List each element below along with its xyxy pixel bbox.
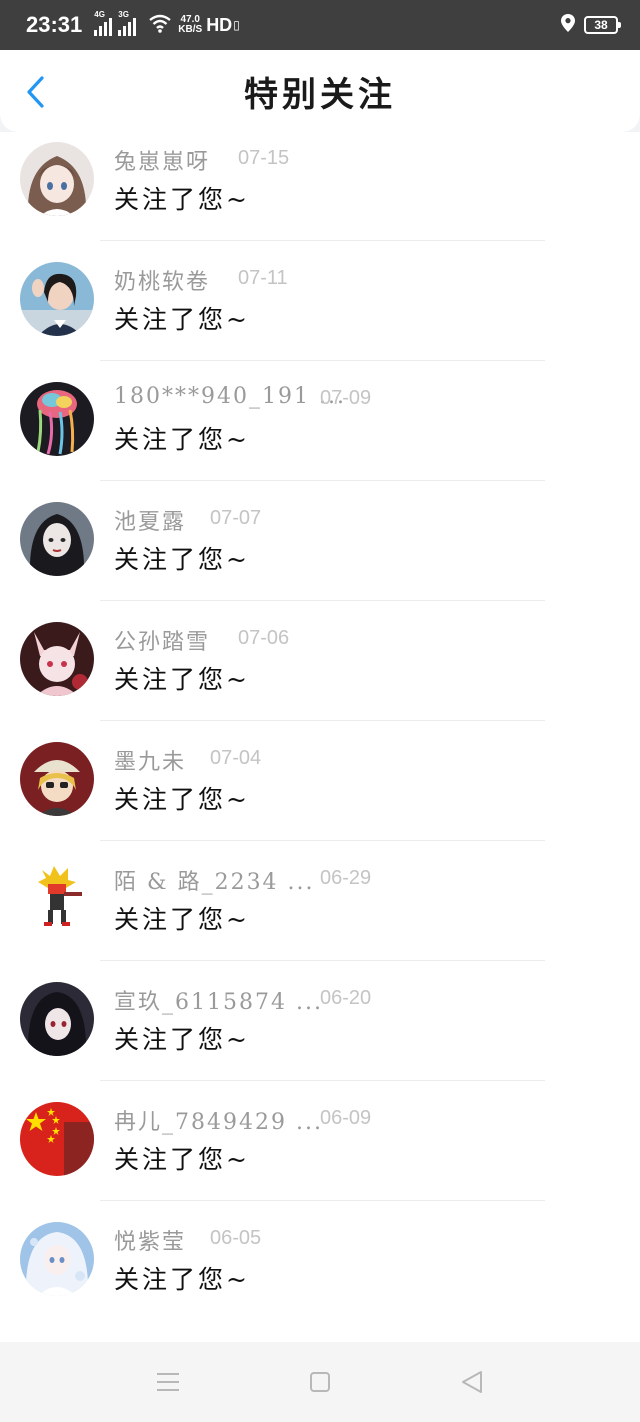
signal-3g-icon: 3G [118, 10, 137, 36]
list-item[interactable]: 宣玖_6115874 ... 06-20 关注了您~ [0, 972, 640, 1092]
follow-message: 关注了您~ [114, 665, 250, 694]
divider [100, 360, 545, 361]
list-item[interactable]: 陌 & 路_2234 ... 06-29 关注了您~ [0, 852, 640, 972]
chevron-left-icon [27, 76, 44, 108]
back-button[interactable] [20, 74, 52, 110]
sim2-label: 3G [118, 10, 129, 19]
avatar-jellyfish-icon[interactable] [20, 382, 94, 456]
list-item[interactable]: 墨九未 07-04 关注了您~ [0, 732, 640, 852]
status-bar: 23:31 4G 3G 47.0 KB/S HD ▯ 38 [0, 0, 640, 50]
follow-date: 07-06 [238, 627, 290, 649]
list-item[interactable]: 悦紫莹 06-05 关注了您~ [0, 1212, 640, 1332]
user-name[interactable]: 悦紫莹 [114, 1224, 186, 1256]
follow-message: 关注了您~ [114, 425, 250, 454]
user-name[interactable]: 池夏露 [114, 504, 186, 536]
follow-date: 07-07 [210, 507, 262, 529]
sim1-label: 4G [94, 10, 105, 19]
avatar-china-flag-icon[interactable] [20, 1102, 94, 1176]
follow-message: 关注了您~ [114, 305, 250, 334]
follow-message: 关注了您~ [114, 1145, 250, 1174]
list-item[interactable]: 冉儿_7849429 ... 06-09 关注了您~ [0, 1092, 640, 1212]
user-name[interactable]: 180***940_191 ... [114, 384, 346, 409]
follow-date: 07-04 [210, 747, 262, 769]
back-nav-button[interactable] [458, 1368, 486, 1396]
list-item[interactable]: 奶桃软卷 07-11 关注了您~ [0, 252, 640, 372]
menu-button[interactable] [154, 1368, 182, 1396]
follow-date: 06-29 [320, 867, 372, 889]
divider [100, 240, 545, 241]
back-triangle-icon [462, 1371, 482, 1393]
follow-date: 07-15 [238, 147, 290, 169]
avatar-blonde-cap-boy-icon[interactable] [20, 742, 94, 816]
system-nav-bar [0, 1342, 640, 1422]
user-name[interactable]: 宣玖_6115874 ... [114, 984, 323, 1016]
user-name[interactable]: 冉儿_7849429 ... [114, 1104, 323, 1136]
wifi-icon [148, 13, 172, 37]
speed-unit: KB/S [178, 24, 203, 35]
divider [100, 720, 545, 721]
follow-message: 关注了您~ [114, 545, 250, 574]
follow-date: 07-09 [320, 387, 372, 409]
list-item[interactable]: 公孙踏雪 07-06 关注了您~ [0, 612, 640, 732]
signal-4g-icon: 4G [94, 10, 113, 36]
location-icon [560, 13, 576, 37]
avatar-photo-girl-uniform-icon[interactable] [20, 262, 94, 336]
user-name[interactable]: 公孙踏雪 [114, 624, 210, 656]
follow-date: 07-11 [238, 267, 288, 289]
follow-message: 关注了您~ [114, 185, 250, 214]
avatar-pink-cat-girl-icon[interactable] [20, 622, 94, 696]
list-item[interactable]: 兔崽崽呀 07-15 关注了您~ [0, 132, 640, 252]
page-title: 特别关注 [244, 74, 396, 115]
avatar-anime-girl-brown-hair-icon[interactable] [20, 142, 94, 216]
avatar-dark-anime-girl-icon[interactable] [20, 982, 94, 1056]
follow-list: 兔崽崽呀 07-15 关注了您~ 奶桃软卷 07-11 关注了您~ 180***… [0, 132, 640, 1342]
menu-icon [157, 1373, 179, 1391]
app-header: 特别关注 [0, 50, 640, 132]
divider [100, 1200, 545, 1201]
follow-message: 关注了您~ [114, 1025, 250, 1054]
divider [100, 960, 545, 961]
user-name[interactable]: 墨九未 [114, 744, 186, 776]
avatar-dark-hair-girl-icon[interactable] [20, 502, 94, 576]
battery-level: 38 [594, 18, 608, 32]
volte-icon: ▯ [233, 18, 240, 32]
status-time: 23:31 [26, 12, 83, 37]
avatar-pixel-character-icon[interactable] [20, 862, 94, 936]
home-button[interactable] [306, 1368, 334, 1396]
hd-label: HD [206, 14, 233, 35]
avatar-white-hair-girl-icon[interactable] [20, 1222, 94, 1296]
battery-icon: 38 [584, 16, 621, 34]
list-item[interactable]: 池夏露 07-07 关注了您~ [0, 492, 640, 612]
follow-date: 06-09 [320, 1107, 372, 1129]
follow-date: 06-20 [320, 987, 372, 1009]
divider [100, 600, 545, 601]
follow-message: 关注了您~ [114, 905, 250, 934]
user-name[interactable]: 兔崽崽呀 [114, 144, 210, 176]
divider [100, 840, 545, 841]
user-name[interactable]: 奶桃软卷 [114, 264, 210, 296]
follow-message: 关注了您~ [114, 1265, 250, 1294]
divider [100, 1080, 545, 1081]
divider [100, 480, 545, 481]
follow-date: 06-05 [210, 1227, 262, 1249]
network-speed: 47.0 KB/S [178, 15, 202, 35]
home-square-icon [310, 1372, 330, 1392]
list-item[interactable]: 180***940_191 ... 07-09 关注了您~ [0, 372, 640, 492]
follow-message: 关注了您~ [114, 785, 250, 814]
user-name[interactable]: 陌 & 路_2234 ... [114, 864, 315, 896]
